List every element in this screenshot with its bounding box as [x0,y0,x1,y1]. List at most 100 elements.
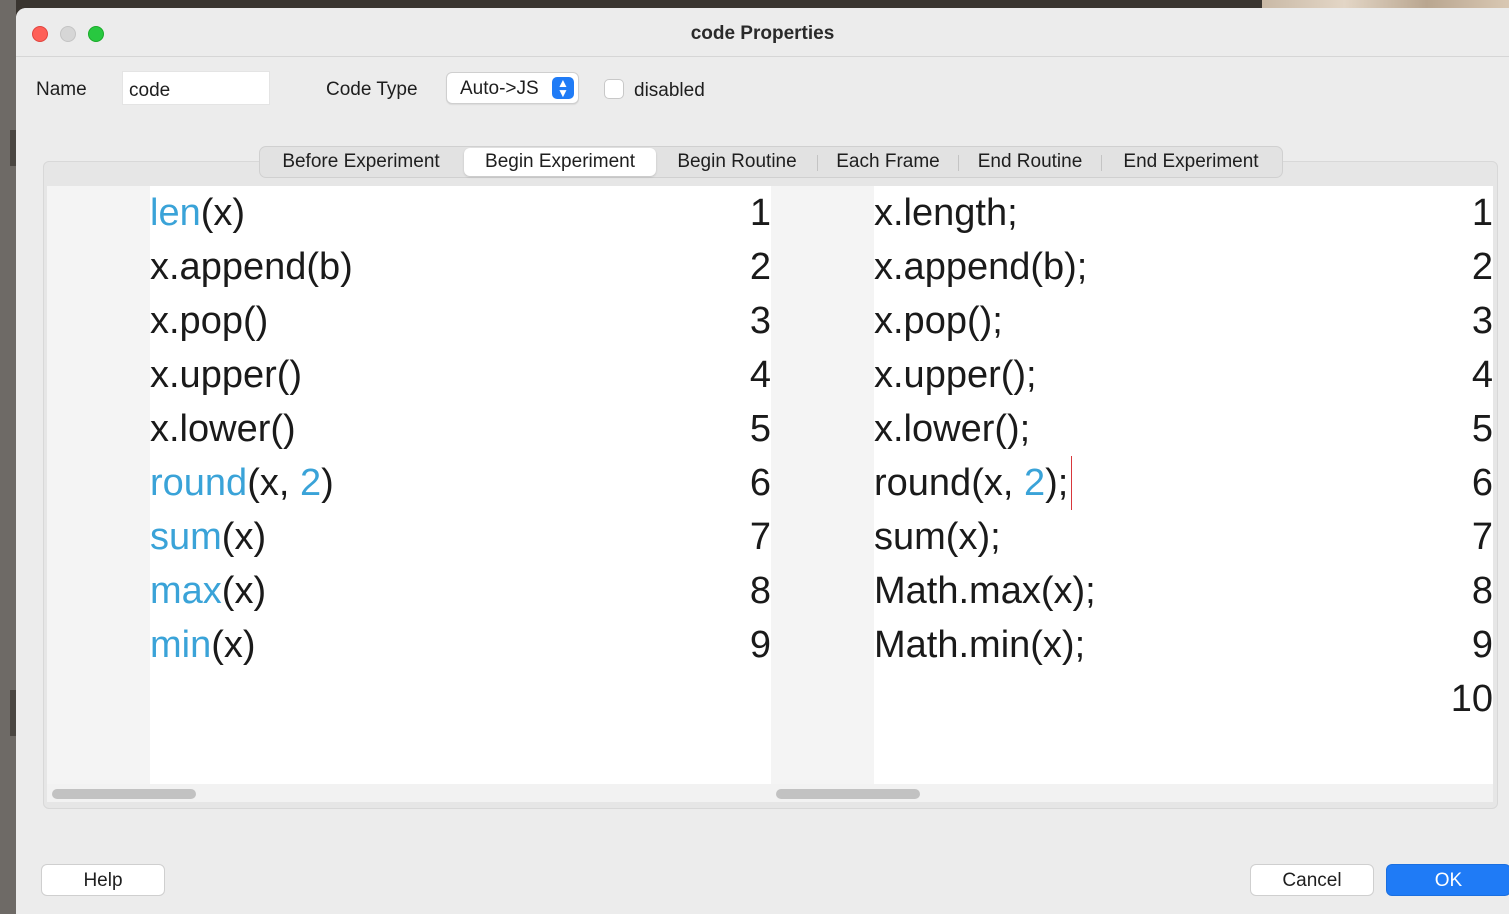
js-horizontal-scrollbar[interactable] [771,784,1493,802]
code-token: (x) [221,570,267,612]
tab-before-experiment[interactable]: Before Experiment [260,147,462,177]
code-line[interactable]: 9 Math.min(x); [771,618,1493,672]
line-number: 1 [1471,192,1493,234]
code-text: sum(x); [874,516,1001,559]
code-type-select[interactable]: Auto->JS ▲ ▼ [446,72,579,104]
help-button[interactable]: Help [41,864,165,896]
code-token: sum(x); [874,516,1001,558]
code-line[interactable]: 3 x.pop() [47,294,771,348]
ok-button[interactable]: OK [1386,864,1509,896]
code-token-highlighted: round [150,462,248,504]
cancel-button[interactable]: Cancel [1250,864,1374,896]
line-number: 5 [749,408,771,450]
code-text: x.append(b); [874,246,1087,289]
line-number: 2 [749,246,771,288]
dialog-window: code Properties Name code Code Type Auto… [16,8,1509,914]
code-text: x.lower() [150,408,296,451]
code-type-value: Auto->JS [460,78,539,99]
line-number: 9 [749,624,771,666]
code-text: Math.max(x); [874,570,1096,613]
code-text: round(x, 2); [874,462,1068,505]
code-line[interactable]: 4 x.upper() [47,348,771,402]
python-horizontal-scrollbar[interactable] [47,784,771,802]
code-token-highlighted: len [150,192,201,234]
code-line[interactable]: 10 [771,672,1493,726]
code-line[interactable]: 4 x.upper(); [771,348,1493,402]
up-down-chevron-icon: ▲ ▼ [552,77,574,99]
text-cursor [1071,456,1072,510]
code-line[interactable]: 2 x.append(b); [771,240,1493,294]
line-number: 8 [749,570,771,612]
code-line[interactable]: 7 sum(x) [47,510,771,564]
window-title: code Properties [690,23,835,44]
code-text: max(x) [150,570,266,613]
line-number: 8 [1471,570,1493,612]
code-token: x.length; [874,192,1018,234]
line-number: 10 [1450,678,1493,720]
code-text: x.upper() [150,354,302,397]
code-text: x.lower(); [874,408,1030,451]
code-type-label: Code Type [326,79,418,100]
code-token-highlighted: 2 [299,462,322,504]
code-text: x.upper(); [874,354,1037,397]
tab-each-frame[interactable]: Each Frame [818,147,958,177]
code-token: x.pop() [150,300,269,342]
disabled-label: disabled [634,80,705,101]
code-line[interactable]: 5 x.lower() [47,402,771,456]
line-number: 1 [749,192,771,234]
code-token: x.upper() [150,354,303,396]
code-text: sum(x) [150,516,266,559]
tab-bar: Before Experiment Begin Experiment Begin… [259,146,1283,178]
code-text: x.append(b) [150,246,353,289]
code-text: x.pop() [150,300,268,343]
code-token-highlighted: sum [150,516,222,558]
line-number: 3 [1471,300,1493,342]
code-token: x.lower() [150,408,296,450]
name-field[interactable]: code [122,71,270,105]
disabled-checkbox[interactable] [604,79,624,99]
tab-begin-routine[interactable]: Begin Routine [658,147,816,177]
code-line[interactable]: 6 round(x, 2) [47,456,771,510]
code-line[interactable]: 3 x.pop(); [771,294,1493,348]
code-token: Math.min(x); [874,624,1086,666]
js-code-editor[interactable]: 1 x.length; 2 x.append(b); 3 x.pop(); 4 x.upper… [771,186,1493,784]
code-text: round(x, 2) [150,462,334,505]
code-line[interactable]: 8 Math.max(x); [771,564,1493,618]
line-number: 7 [749,516,771,558]
line-number: 4 [749,354,771,396]
code-text: x.length; [874,192,1018,235]
code-token: (x, [247,462,300,504]
code-text: x.pop(); [874,300,1003,343]
code-token: Math.max(x); [874,570,1096,612]
code-text: Math.min(x); [874,624,1085,667]
line-number: 7 [1471,516,1493,558]
code-line[interactable]: 5 x.lower(); [771,402,1493,456]
code-text: min(x) [150,624,256,667]
scrollbar-thumb[interactable] [776,789,920,799]
background-window-edge [0,0,16,914]
line-number: 6 [749,462,771,504]
python-code-editor[interactable]: 1 len(x) 2 x.append(b) 3 x.pop() 4 x.upper() 5 x.… [47,186,771,784]
code-line[interactable]: 7 sum(x); [771,510,1493,564]
code-line[interactable]: 8 max(x) [47,564,771,618]
code-token: ) [321,462,334,504]
name-label: Name [36,79,87,100]
code-line[interactable]: 2 x.append(b) [47,240,771,294]
code-token: ); [1045,462,1069,504]
code-token: round(x, [874,462,1024,504]
code-token-highlighted: min [150,624,212,666]
tab-end-routine[interactable]: End Routine [959,147,1101,177]
code-line[interactable]: 6 round(x, 2); [771,456,1493,510]
titlebar: code Properties [16,8,1509,57]
code-token: x.append(b) [150,246,353,288]
tab-end-experiment[interactable]: End Experiment [1102,147,1280,177]
tab-begin-experiment[interactable]: Begin Experiment [464,148,656,176]
scrollbar-thumb[interactable] [52,789,196,799]
line-number: 2 [1471,246,1493,288]
code-line[interactable]: 9 min(x) [47,618,771,672]
code-text: len(x) [150,192,245,235]
code-line[interactable]: 1 len(x) [47,186,771,240]
line-number: 3 [749,300,771,342]
code-token: x.append(b); [874,246,1088,288]
code-line[interactable]: 1 x.length; [771,186,1493,240]
